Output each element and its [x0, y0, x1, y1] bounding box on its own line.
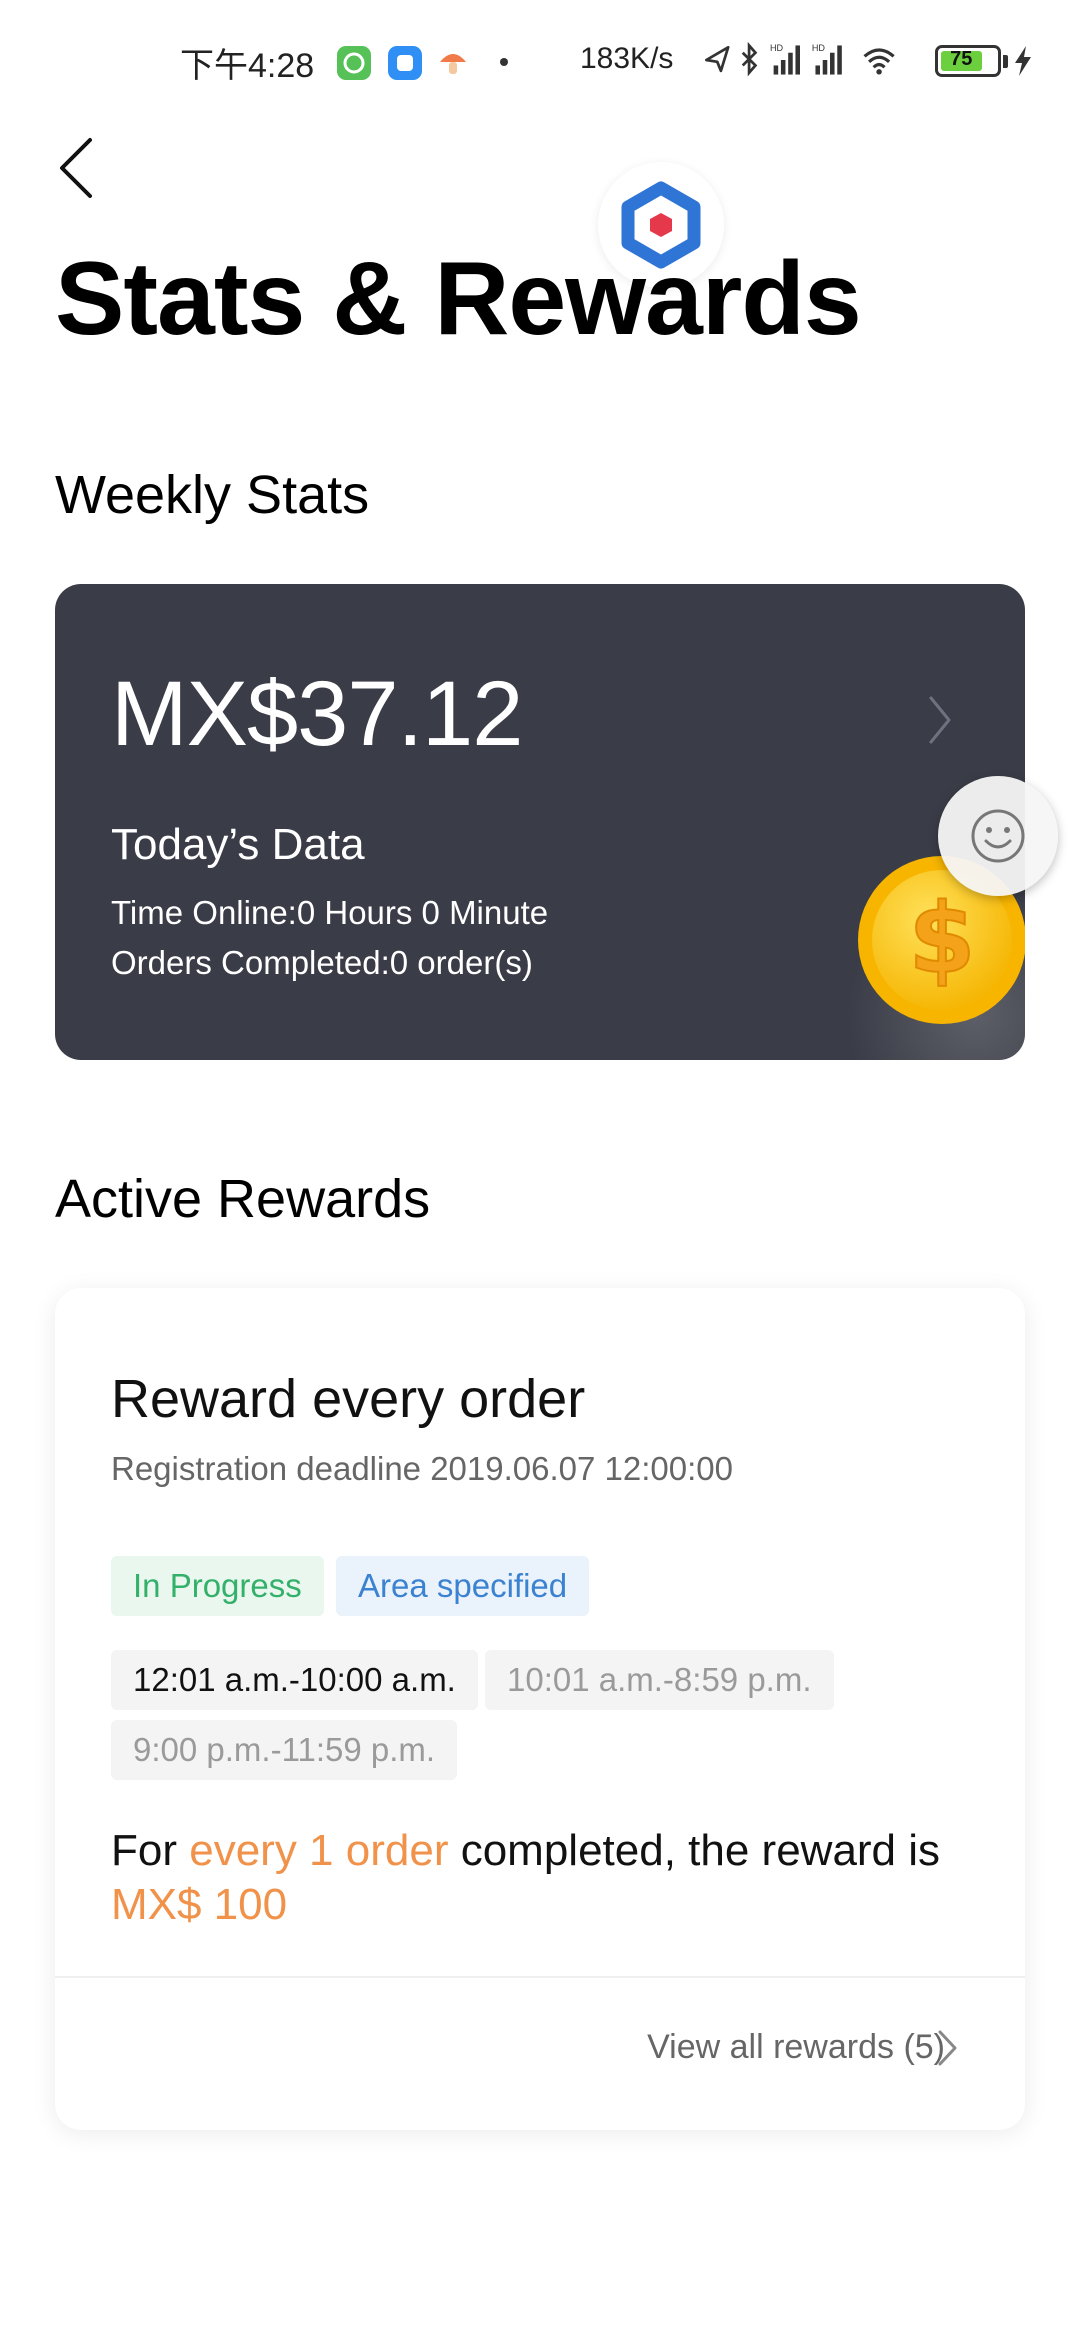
- stats-rewards-page: 下午4:28 183K/s HD HD 75 Stats & Rewards W…: [0, 0, 1080, 2340]
- battery-icon: 75: [935, 45, 1001, 77]
- registration-deadline: Registration deadline 2019.06.07 12:00:0…: [111, 1450, 733, 1487]
- app-mushroom-icon: [436, 46, 470, 80]
- notification-dot: [500, 58, 508, 66]
- status-time: 下午4:28: [180, 47, 315, 85]
- reward-description: For every 1 order completed, the reward …: [111, 1824, 991, 1932]
- signal-hd-icon: HD: [812, 43, 842, 75]
- reward-desc-prefix: For: [111, 1826, 190, 1875]
- network-speed: 183K/s: [580, 42, 674, 75]
- time-slot-chip[interactable]: 12:01 a.m.-10:00 a.m.: [111, 1650, 478, 1710]
- reward-desc-highlight: every 1 order: [189, 1826, 449, 1875]
- chevron-right-icon: [938, 2030, 957, 2066]
- orders-completed: Orders Completed:0 order(s): [111, 944, 533, 981]
- reward-name: Reward every order: [111, 1369, 586, 1429]
- active-rewards-title: Active Rewards: [55, 1169, 431, 1229]
- time-online: Time Online:0 Hours 0 Minute: [111, 894, 549, 931]
- status-bar: 下午4:28 183K/s HD HD 75: [0, 0, 1080, 126]
- weekly-stats-title: Weekly Stats: [55, 465, 370, 525]
- app-blue-icon: [388, 46, 422, 80]
- location-icon: [705, 45, 730, 73]
- area-badge: Area specified: [336, 1556, 590, 1616]
- svg-text:HD: HD: [812, 43, 826, 53]
- svg-text:$: $: [909, 883, 976, 995]
- feedback-smiley-button[interactable]: [938, 776, 1058, 896]
- back-chevron-icon[interactable]: [50, 132, 106, 204]
- battery-cap: [1003, 55, 1008, 68]
- status-badge: In Progress: [111, 1556, 324, 1616]
- divider: [55, 1976, 1025, 1978]
- time-slot-chip[interactable]: 9:00 p.m.-11:59 p.m.: [111, 1720, 458, 1780]
- time-slot-chip[interactable]: 10:01 a.m.-8:59 p.m.: [485, 1650, 834, 1710]
- bluetooth-icon: [741, 41, 758, 77]
- smiley-icon: [971, 809, 1025, 863]
- app-green-icon: [337, 46, 371, 80]
- today-data-label: Today’s Data: [111, 820, 365, 869]
- chevron-right-icon: [929, 696, 951, 744]
- page-title: Stats & Rewards: [55, 241, 862, 357]
- svg-text:HD: HD: [770, 43, 784, 53]
- reward-desc-middle: completed, the reward is: [448, 1826, 941, 1875]
- wifi-icon: [863, 48, 895, 75]
- charging-icon: [1015, 46, 1031, 76]
- signal-hd-icon: HD: [770, 43, 800, 75]
- view-all-rewards-link[interactable]: View all rewards (5): [647, 2028, 945, 2067]
- status-icons: HD HD: [705, 41, 895, 77]
- weekly-stats-card[interactable]: MX$37.12 Today’s Data Time Online:0 Hour…: [55, 584, 1025, 1060]
- weekly-earnings: MX$37.12: [111, 663, 523, 765]
- reward-card[interactable]: Reward every order Registration deadline…: [55, 1288, 1025, 2130]
- battery-level: 75: [950, 48, 973, 70]
- reward-amount: MX$ 100: [111, 1880, 288, 1929]
